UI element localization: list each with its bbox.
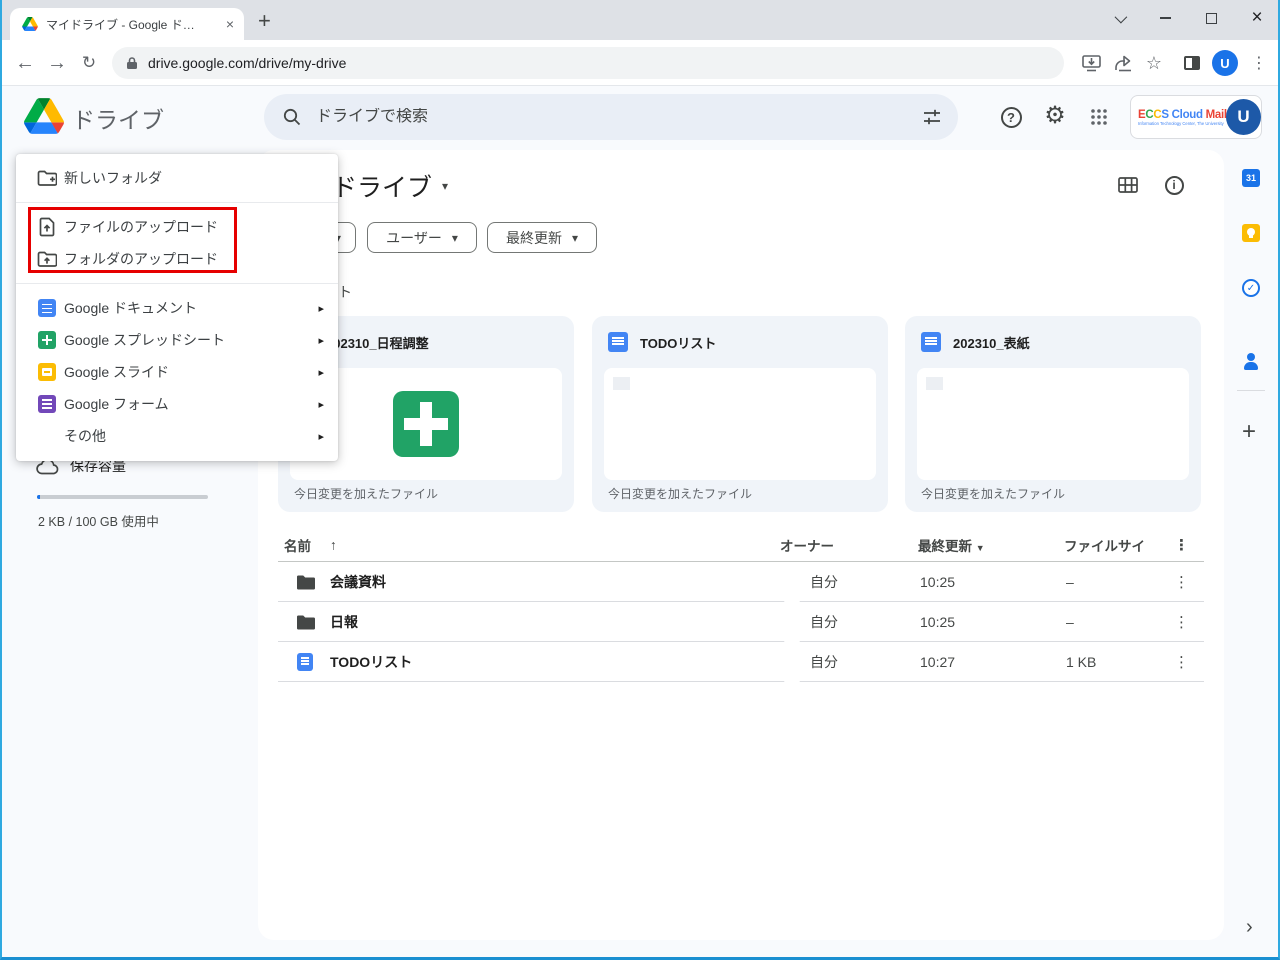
sheets-logo-large — [393, 391, 459, 457]
submenu-caret-icon: ▸ — [318, 334, 324, 347]
menu-item-google-slides[interactable]: Google スライド ▸ — [16, 356, 338, 388]
show-side-panel-icon[interactable]: › — [1246, 916, 1253, 939]
calendar-icon[interactable]: 31 — [1242, 169, 1260, 187]
slides-icon — [38, 363, 56, 381]
menu-item-google-sheets[interactable]: Google スプレッドシート ▸ — [16, 324, 338, 356]
chip-caret-icon: ▾ — [451, 230, 458, 245]
share-icon[interactable] — [1108, 40, 1138, 86]
menu-item-google-docs[interactable]: Google ドキュメント ▸ — [16, 292, 338, 324]
menu-item-more[interactable]: その他 ▸ — [16, 420, 338, 452]
submenu-caret-icon: ▸ — [318, 302, 324, 315]
apps-grid-icon[interactable] — [1085, 103, 1113, 131]
filter-chip-users[interactable]: ユーザー ▾ — [367, 222, 477, 253]
search-bar[interactable] — [264, 94, 958, 140]
docs-icon — [608, 332, 628, 352]
row-options-icon[interactable]: ⋮ — [1174, 613, 1189, 631]
grid-view-icon[interactable] — [1116, 173, 1140, 197]
app-name: ドライブ — [72, 107, 164, 133]
table-row[interactable]: TODOリスト 自分 10:27 1 KB ⋮ — [278, 642, 1204, 682]
search-options-icon[interactable] — [922, 107, 942, 127]
search-input[interactable] — [316, 108, 922, 126]
install-icon[interactable] — [1076, 40, 1106, 86]
window-close-button[interactable]: × — [1234, 0, 1280, 36]
search-icon — [282, 107, 302, 127]
file-thumbnail — [604, 368, 876, 480]
reload-icon[interactable]: ↻ — [74, 40, 104, 86]
docs-icon — [38, 299, 56, 317]
sort-ascending-icon[interactable]: ↑ — [330, 537, 337, 552]
lock-icon — [126, 56, 138, 70]
account-badge[interactable]: ECCS Cloud Mail Information Technology C… — [1130, 95, 1262, 139]
submenu-caret-icon: ▸ — [318, 398, 324, 411]
menu-divider — [16, 283, 338, 284]
new-folder-icon — [37, 168, 57, 188]
filter-chip-modified[interactable]: 最終更新 ▾ — [487, 222, 597, 253]
browser-tab[interactable]: マイドライブ - Google ドライブ × — [10, 8, 244, 40]
submenu-caret-icon: ▸ — [318, 366, 324, 379]
menu-item-google-forms[interactable]: Google フォーム ▸ — [16, 388, 338, 420]
keep-icon[interactable] — [1242, 224, 1260, 242]
drive-logo[interactable] — [24, 98, 64, 134]
chip-caret-icon: ▾ — [571, 230, 579, 245]
window-maximize-button[interactable] — [1188, 0, 1234, 36]
row-options-icon[interactable]: ⋮ — [1174, 653, 1189, 671]
menu-divider — [16, 202, 338, 203]
browser-toolbar: ← → ↻ drive.google.com/drive/my-drive ☆ … — [0, 40, 1280, 86]
title-caret-icon: ▾ — [442, 179, 449, 193]
back-icon[interactable]: ← — [10, 40, 40, 86]
file-thumbnail — [917, 368, 1189, 480]
forms-icon — [38, 395, 56, 413]
side-panel-icon[interactable] — [1178, 40, 1206, 86]
details-info-icon[interactable]: i — [1162, 173, 1186, 197]
rail-divider — [1237, 390, 1265, 391]
browser-titlebar: マイドライブ - Google ドライブ × + × — [0, 0, 1280, 40]
table-options-icon[interactable]: ⋮ — [1174, 536, 1189, 554]
drive-header: ドライブ ? ⚙ ECCS Cloud Mail Information Tec… — [0, 87, 1280, 146]
column-modified[interactable]: 最終更新 ▼ — [918, 535, 985, 555]
table-row[interactable]: 会議資料 自分 10:25 – ⋮ — [278, 562, 1204, 602]
window-minimize-button[interactable] — [1142, 0, 1188, 36]
file-table: 名前 ↑ オーナー 最終更新 ▼ ファイルサイ ⋮ 会議資料 自分 10:25 … — [278, 528, 1204, 682]
docs-icon — [921, 332, 941, 352]
docs-icon — [297, 652, 313, 671]
tasks-icon[interactable]: ✓ — [1242, 279, 1260, 297]
row-options-icon[interactable]: ⋮ — [1174, 573, 1189, 591]
suggested-section-label-partial: ト — [338, 284, 352, 300]
settings-gear-icon[interactable]: ⚙ — [1041, 101, 1069, 129]
file-card[interactable]: TODOリスト 今日変更を加えたファイル — [592, 316, 888, 512]
table-header: 名前 ↑ オーナー 最終更新 ▼ ファイルサイ ⋮ — [278, 528, 1204, 562]
url-text: drive.google.com/drive/my-drive — [148, 55, 347, 71]
submenu-caret-icon: ▸ — [318, 430, 324, 443]
eccs-cloud-mail-logo: ECCS Cloud Mail Information Technology C… — [1138, 108, 1227, 126]
help-icon[interactable]: ? — [997, 103, 1025, 131]
column-caret-icon: ▼ — [975, 542, 985, 553]
new-tab-button[interactable]: + — [258, 8, 271, 34]
folder-icon — [296, 614, 315, 629]
column-owner[interactable]: オーナー — [780, 535, 834, 555]
upload-highlight-annotation — [28, 207, 237, 273]
drive-favicon — [22, 17, 38, 31]
address-bar[interactable]: drive.google.com/drive/my-drive — [112, 47, 1064, 79]
browser-avatar[interactable]: U — [1210, 40, 1240, 86]
get-addons-icon[interactable]: + — [1242, 418, 1256, 446]
table-row[interactable]: 日報 自分 10:25 – ⋮ — [278, 602, 1204, 642]
new-menu: 新しいフォルダ ファイルのアップロード フォルダのアップロード Google ド… — [16, 154, 338, 461]
sheets-icon — [38, 331, 56, 349]
storage-usage-text: 2 KB / 100 GB 使用中 — [38, 515, 159, 529]
browser-menu-icon[interactable]: ⋮ — [1246, 40, 1272, 86]
forward-icon[interactable]: → — [42, 40, 72, 86]
folder-icon — [296, 574, 315, 589]
contacts-icon[interactable] — [1242, 352, 1260, 370]
bookmark-star-icon[interactable]: ☆ — [1140, 40, 1168, 86]
tab-title: マイドライブ - Google ドライブ — [46, 17, 206, 32]
menu-item-new-folder[interactable]: 新しいフォルダ — [16, 162, 338, 194]
storage-progress-bar — [37, 495, 208, 499]
tab-search-icon[interactable] — [1096, 0, 1142, 36]
file-card[interactable]: 202310_表紙 今日変更を加えたファイル — [905, 316, 1201, 512]
column-size[interactable]: ファイルサイ — [1064, 535, 1145, 555]
drive-avatar[interactable]: U — [1226, 99, 1261, 135]
tab-close-icon[interactable]: × — [226, 17, 234, 31]
column-name[interactable]: 名前 — [284, 535, 311, 555]
